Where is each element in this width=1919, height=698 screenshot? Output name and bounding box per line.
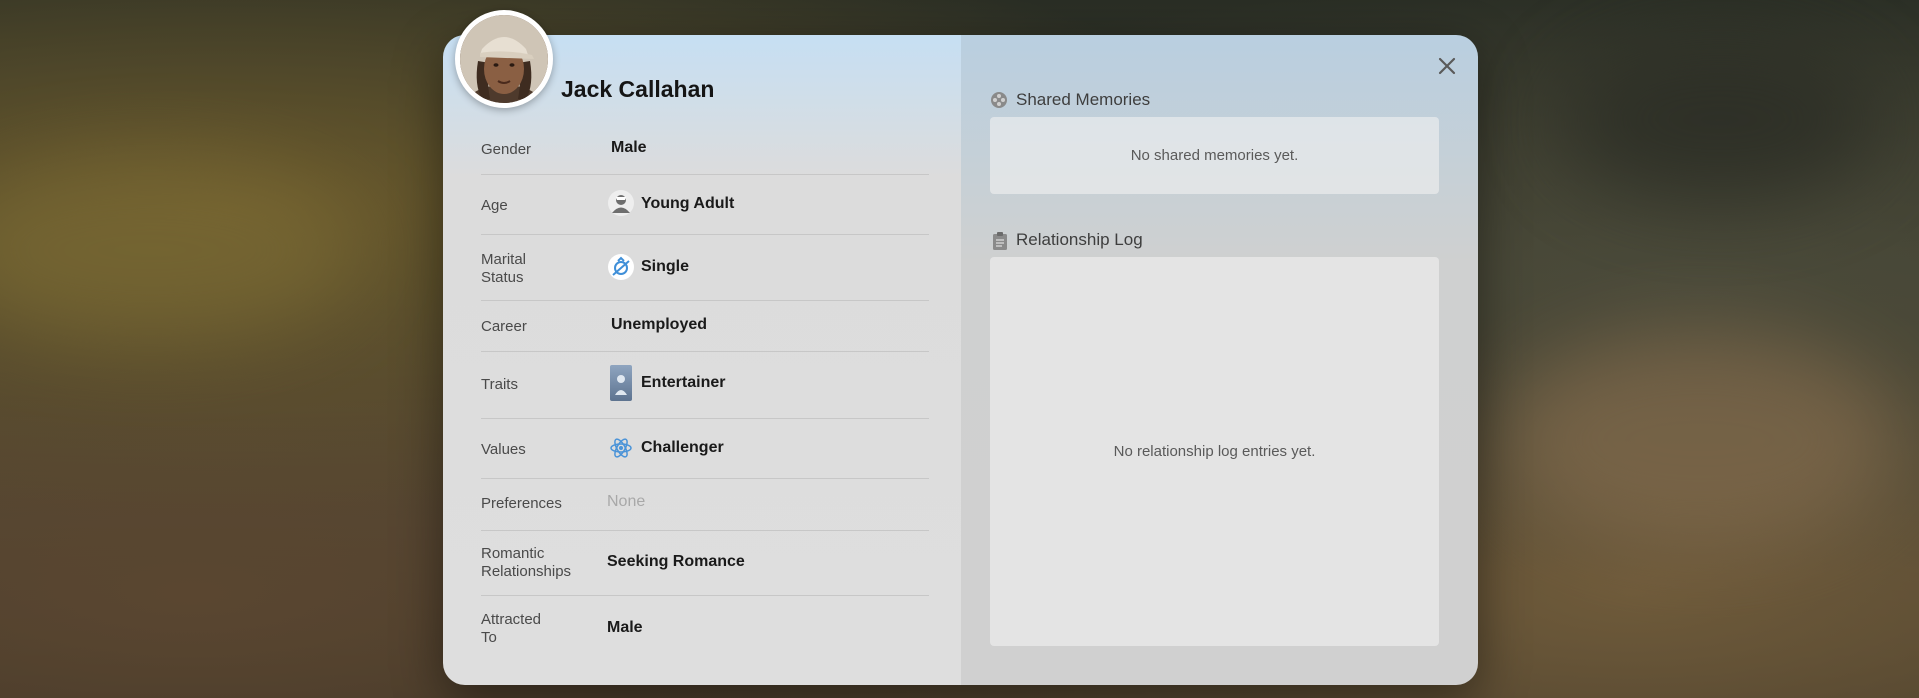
relationship-log-empty-text: No relationship log entries yet.	[1113, 443, 1316, 460]
field-row-attracted-to: Attracted To Male	[481, 595, 929, 661]
film-reel-icon	[990, 91, 1008, 109]
field-row-career: Career Unemployed	[481, 300, 929, 352]
field-label: Age	[481, 197, 508, 214]
field-value: Male	[611, 139, 647, 156]
field-row-traits: Traits Entertainer	[481, 351, 929, 419]
field-label: Gender	[481, 141, 532, 158]
field-row-romantic-relationships: Romantic Relationships Seeking Romance	[481, 530, 929, 596]
field-value: Challenger	[641, 439, 724, 456]
close-button[interactable]	[1433, 52, 1461, 80]
shared-memories-empty-text: No shared memories yet.	[1130, 147, 1299, 164]
field-value: Unemployed	[611, 316, 708, 333]
field-row-age: Age Young Adult	[481, 174, 929, 235]
sim-name: Jack Callahan	[561, 76, 715, 102]
relationship-log-title: Relationship Log	[1016, 230, 1143, 249]
field-label: Romantic Relationships	[481, 545, 572, 580]
clipboard-icon	[992, 231, 1008, 250]
background-blur	[1560, 40, 1880, 200]
background-blur	[0, 160, 360, 340]
field-row-marital-status: Marital Status Single	[481, 234, 929, 301]
field-value: Male	[607, 619, 643, 636]
entertainer-trait-icon[interactable]	[610, 365, 632, 401]
field-label: Traits	[481, 376, 518, 393]
field-label: Career	[481, 318, 527, 335]
sim-avatar[interactable]	[455, 10, 553, 108]
field-value: Single	[641, 258, 690, 275]
field-row-preferences: Preferences None	[481, 478, 929, 531]
field-value: Seeking Romance	[607, 553, 745, 570]
shared-memories-panel: No shared memories yet.	[990, 117, 1439, 194]
relationship-log-panel: No relationship log entries yet.	[990, 257, 1439, 646]
field-label: Attracted To	[481, 611, 542, 646]
field-value: None	[607, 493, 646, 510]
avatar-portrait	[460, 15, 548, 103]
challenger-value-icon[interactable]	[608, 435, 634, 461]
field-label: Marital Status	[481, 251, 527, 286]
field-label: Preferences	[481, 495, 562, 512]
field-row-gender: Gender Male	[481, 130, 929, 175]
single-status-icon[interactable]	[608, 254, 634, 280]
field-label: Values	[481, 441, 526, 458]
field-row-values: Values Challenger	[481, 418, 929, 479]
field-value: Young Adult	[641, 195, 735, 212]
field-value: Entertainer	[641, 374, 726, 391]
background-blur	[1500, 330, 1900, 550]
young-adult-age-icon[interactable]	[608, 190, 634, 216]
shared-memories-title: Shared Memories	[1016, 90, 1151, 109]
close-icon	[1438, 57, 1456, 75]
